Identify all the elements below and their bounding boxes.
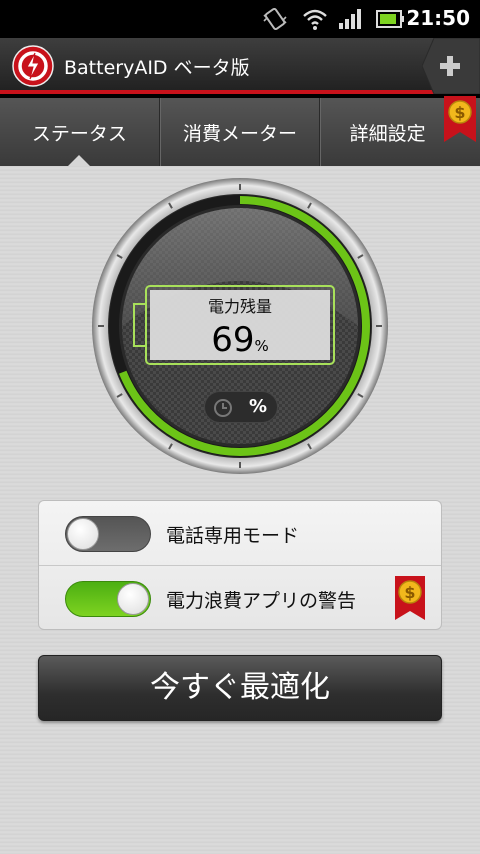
svg-text:$: $: [404, 583, 415, 602]
app-title: BatteryAID ベータ版: [64, 57, 250, 79]
percent-unit-label: %: [249, 396, 268, 417]
tab-bar: ステータス 消費メーター 詳細設定: [0, 98, 480, 166]
battery-level-value: 69%: [150, 320, 330, 360]
tab-status-label: ステータス: [31, 122, 127, 145]
status-bar: 21:50: [0, 0, 480, 38]
add-button[interactable]: [421, 37, 480, 95]
tab-consumption-meter[interactable]: 消費メーター: [159, 98, 321, 166]
vibrate-icon: [263, 7, 287, 31]
signal-icon: [339, 9, 361, 29]
unit-toggle-button[interactable]: %: [204, 391, 278, 423]
tab-status[interactable]: ステータス: [0, 98, 160, 166]
power-waste-warning-row: 電力浪費アプリの警告 $: [39, 566, 441, 630]
phone-only-mode-label: 電話専用モード: [166, 525, 300, 547]
title-bar: BatteryAID ベータ版: [0, 37, 480, 95]
phone-only-mode-switch[interactable]: [65, 516, 151, 552]
tab-consumption-meter-label: 消費メーター: [183, 122, 298, 145]
tab-advanced-settings-label: 詳細設定: [349, 122, 426, 145]
status-time: 21:50: [406, 6, 470, 30]
switch-knob: [117, 583, 149, 615]
power-waste-warning-switch[interactable]: [65, 581, 151, 617]
wifi-icon: [303, 9, 327, 30]
battery-level-number: 69: [211, 320, 255, 360]
svg-text:$: $: [454, 103, 465, 122]
gauge-label: 電力残量: [207, 297, 272, 316]
battery-icon: [376, 10, 404, 28]
power-waste-warning-label: 電力浪費アプリの警告: [166, 590, 357, 612]
dollar-ribbon-icon: $: [444, 96, 476, 142]
quick-settings-card: 電話専用モード 電力浪費アプリの警告 $: [38, 500, 442, 630]
switch-knob: [67, 518, 99, 550]
dollar-ribbon-icon: $: [395, 576, 425, 620]
clock-icon: [214, 399, 232, 417]
batteryaid-logo-icon: [12, 45, 54, 87]
optimize-now-button[interactable]: 今すぐ最適化: [38, 655, 442, 721]
battery-level-unit: %: [254, 337, 269, 355]
phone-only-mode-row: 電話専用モード: [39, 501, 441, 565]
